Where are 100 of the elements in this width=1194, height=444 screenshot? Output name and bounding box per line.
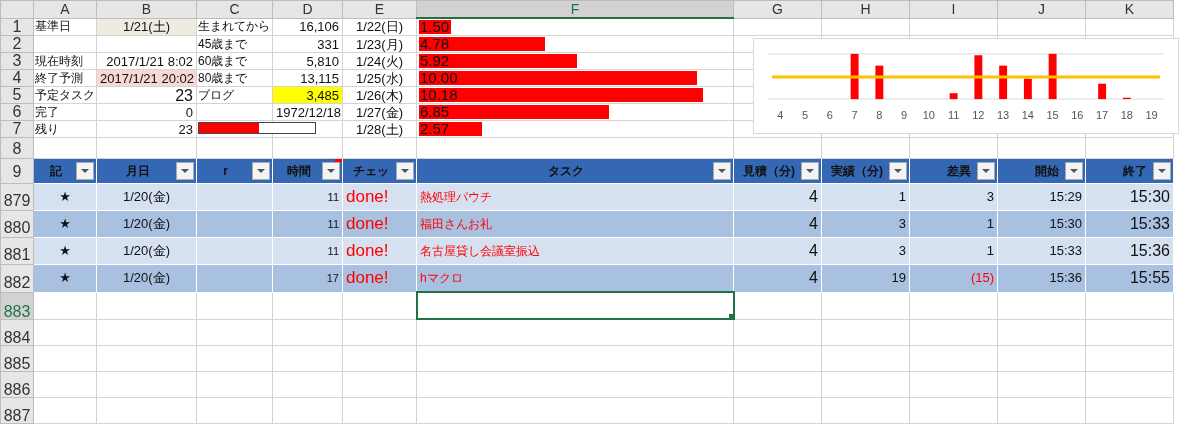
bar-value: 5.92 [419, 53, 450, 69]
row-header[interactable]: 886 [0, 371, 34, 398]
table-cell: 15:30 [1085, 183, 1174, 211]
table-cell: 1/20(金) [96, 183, 197, 211]
chart-bar [1098, 83, 1107, 100]
date: 1/27(金) [356, 104, 403, 120]
axis-label: 18 [1120, 109, 1133, 121]
filter-button[interactable] [977, 162, 995, 180]
cell-value: 0 [185, 104, 193, 120]
filter-button[interactable] [1153, 162, 1171, 180]
chart-bar [1048, 53, 1057, 100]
chart-bar [1023, 78, 1032, 100]
cell-value: 16,106 [299, 19, 339, 35]
table-cell: 名古屋貸し会議室振込 [416, 237, 734, 265]
table-cell: 4 [733, 210, 822, 238]
column-header[interactable]: C [196, 0, 273, 18]
table-cell: 15:55 [1085, 264, 1174, 292]
cell-value: 2017/1/21 20:02 [100, 70, 194, 86]
axis-label: 9 [901, 109, 908, 121]
table-cell: 19 [821, 264, 910, 292]
axis-label: 13 [997, 109, 1010, 121]
row-header[interactable]: 881 [0, 237, 34, 265]
table-cell: done! [342, 183, 417, 211]
chart-bar [850, 53, 859, 100]
label: ブログ [198, 87, 234, 102]
axis-label: 15 [1046, 109, 1059, 121]
column-header[interactable]: K [1085, 0, 1174, 18]
label: 60歳まで [198, 53, 248, 68]
filter-button[interactable] [76, 162, 94, 180]
axis-label: 6 [826, 109, 833, 121]
cell-value: 1972/12/18 [276, 104, 342, 120]
table-cell: hマクロ [416, 264, 734, 292]
bar-value: 2.57 [419, 121, 450, 137]
active-cell[interactable] [416, 292, 734, 319]
axis-label: 4 [777, 109, 784, 121]
row-header[interactable]: 880 [0, 210, 34, 238]
table-cell: 福田さんお礼 [416, 210, 734, 238]
table-cell: done! [342, 210, 417, 238]
column-header[interactable]: B [96, 0, 197, 18]
axis-label: 5 [802, 109, 809, 121]
column-header[interactable]: G [733, 0, 822, 18]
table-cell: 3 [821, 237, 910, 265]
axis-label: 8 [876, 109, 883, 121]
table-cell: 11 [272, 183, 343, 211]
heading-text: 差異 [946, 163, 972, 179]
label: 80歳まで [198, 70, 248, 85]
heading-text: 開始 [1034, 163, 1060, 179]
cell-value: 13,115 [300, 70, 339, 86]
column-header[interactable]: I [909, 0, 998, 18]
cell-value: 1/21(土) [123, 19, 170, 35]
column-header[interactable]: F [416, 0, 734, 18]
row-header[interactable]: 9 [0, 158, 34, 184]
filter-button[interactable] [1065, 162, 1083, 180]
filter-button[interactable] [176, 162, 194, 180]
date: 1/26(木) [356, 87, 403, 103]
column-header[interactable]: E [342, 0, 417, 18]
table-cell: 1/20(金) [96, 210, 197, 238]
table-cell: ★ [33, 264, 97, 292]
date: 1/24(火) [356, 53, 403, 69]
column-header[interactable]: D [272, 0, 343, 18]
table-cell: 11 [272, 237, 343, 265]
filter-button[interactable] [889, 162, 907, 180]
filter-button[interactable] [396, 162, 414, 180]
filter-button[interactable] [713, 162, 731, 180]
bar-value: 10.00 [419, 70, 458, 86]
row-header[interactable]: 885 [0, 345, 34, 372]
row-header[interactable]: 879 [0, 183, 34, 211]
table-cell: 4 [733, 183, 822, 211]
heading-text: r [222, 163, 229, 179]
row-header[interactable]: 884 [0, 319, 34, 346]
filter-button[interactable] [252, 162, 270, 180]
table-cell: 4 [733, 237, 822, 265]
table-cell: 1/20(金) [96, 237, 197, 265]
filter-button[interactable] [322, 162, 340, 180]
row-header[interactable]: 883 [0, 292, 34, 319]
label: 生まれてから [198, 19, 270, 34]
column-header[interactable]: A [33, 0, 97, 18]
chart-bar [875, 65, 884, 100]
bar-value: 10.18 [419, 87, 458, 103]
chart-bar [974, 55, 983, 100]
table-cell: 4 [733, 264, 822, 292]
heading-text: 終了 [1122, 163, 1148, 179]
table-cell: 17 [272, 264, 343, 292]
heading-text: 記 [49, 163, 63, 179]
bar-value: 1.50 [419, 18, 450, 35]
date: 1/28(土) [356, 121, 403, 137]
table-cell: 15:29 [997, 183, 1086, 211]
table-cell: 1 [821, 183, 910, 211]
column-header[interactable]: H [821, 0, 910, 18]
label: 45歳まで [198, 36, 248, 51]
cell-value: 331 [317, 36, 339, 52]
table-cell: 15:36 [997, 264, 1086, 292]
table-cell: done! [342, 264, 417, 292]
bar-value: 4.78 [419, 36, 450, 52]
row-header[interactable]: 8 [0, 137, 34, 159]
heading-text: チェッ [351, 163, 390, 179]
row-header[interactable]: 882 [0, 264, 34, 292]
column-header[interactable]: J [997, 0, 1086, 18]
filter-button[interactable] [801, 162, 819, 180]
row-header[interactable]: 887 [0, 397, 34, 424]
